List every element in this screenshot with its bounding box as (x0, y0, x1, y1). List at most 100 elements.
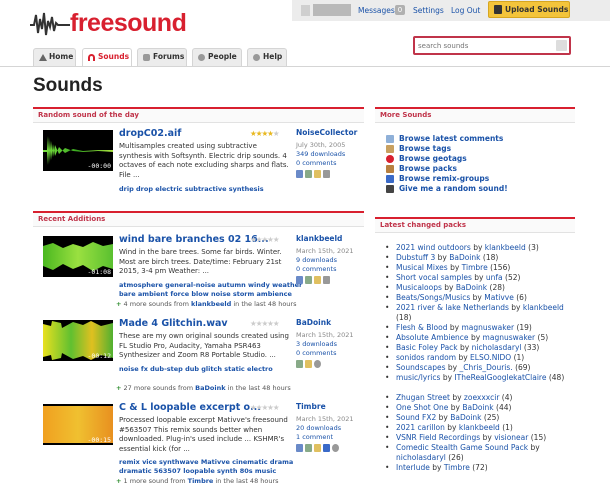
sound-tags-line-1[interactable]: atmosphere general-noise autumn windy we… (119, 281, 302, 289)
sound-description: These are my own original sounds created… (119, 332, 289, 359)
upload-label: Upload Sounds (505, 5, 569, 14)
sound-description: Multisamples created using subtractive s… (119, 142, 289, 179)
more-user-link[interactable]: Timbre (188, 477, 214, 485)
sound-description: Wind in the bare trees. Some far birds. … (119, 248, 282, 275)
recent-additions-heading: Recent Additions (33, 211, 364, 227)
search-box (413, 36, 571, 55)
sound-description: Processed loopable excerpt Mativve's fre… (119, 416, 288, 453)
sound-user[interactable]: klankbeeld (296, 234, 342, 243)
messages-count-badge: 0 (395, 5, 405, 15)
browse-geotags-link[interactable]: Browse geotags (386, 154, 467, 164)
license-icon (314, 170, 321, 178)
stereo-icon (296, 276, 303, 284)
sound-tags-line-1[interactable]: noise fx dub-step dub glitch static elec… (119, 365, 273, 373)
sound-downloads[interactable]: 3 downloads (296, 340, 337, 348)
sound-comments[interactable]: 0 comments (296, 349, 336, 357)
rating-stars: ★★★★★ (250, 129, 280, 138)
rating-stars: ★★★★★ (250, 403, 280, 412)
waveform-recent-2[interactable]: -00:12 (43, 320, 113, 361)
sound-comments[interactable]: 1 comment (296, 433, 333, 441)
more-from-user: + 27 more sounds from BaDoink in the las… (116, 384, 291, 392)
stereo-icon (296, 444, 303, 452)
speech-bubble-icon (143, 54, 150, 61)
waveform-logo-icon (30, 12, 70, 36)
sound-downloads[interactable]: 20 downloads (296, 424, 341, 432)
sound-user[interactable]: Timbre (296, 402, 326, 411)
latest-packs-heading: Latest changed packs (375, 217, 575, 233)
avatar[interactable] (301, 5, 310, 16)
waveform-recent-1[interactable]: -01:08 (43, 236, 113, 277)
tab-help[interactable]: Help (247, 48, 287, 66)
sound-tags-line-1[interactable]: remix vice synthwave Mativve cinematic d… (119, 458, 293, 466)
sound-date: March 15th, 2021 (296, 331, 354, 339)
messages-link[interactable]: Messages (358, 6, 395, 15)
upload-sounds-button[interactable]: Upload Sounds (488, 1, 570, 18)
sound-tags-line-2[interactable]: bare ambient force blow noise storm ambi… (119, 290, 292, 298)
search-input[interactable] (418, 40, 553, 52)
list-item: Comedic Stealth Game Sound Pack by nicho… (385, 443, 575, 463)
browse-comments-link[interactable]: Browse latest comments (386, 134, 503, 144)
username-redacted[interactable] (313, 4, 351, 16)
site-name: freesound (70, 9, 187, 37)
browse-packs-link[interactable]: Browse packs (386, 164, 457, 174)
browse-remix-groups-link[interactable]: Browse remix-groups (386, 174, 489, 184)
waveform-random[interactable]: -00:00 (43, 130, 113, 171)
headphones-icon (305, 276, 312, 284)
recent-sound-2: -00:12 Made 4 Glitchin.wav ★★★★★ These a… (40, 314, 365, 394)
remix-icon (386, 175, 394, 183)
sound-date: March 15th, 2021 (296, 247, 354, 255)
license-icon (314, 276, 321, 284)
search-icon[interactable] (556, 40, 567, 51)
speaker-icon (386, 185, 394, 193)
waveform-recent-3[interactable]: -00:15 (43, 404, 113, 445)
license-icon (314, 444, 321, 452)
more-from-user: + 4 more sounds from klankbeeld in the l… (116, 300, 297, 308)
duration-label: -00:15 (87, 436, 111, 444)
sound-downloads[interactable]: 9 downloads (296, 256, 337, 264)
tab-forums[interactable]: Forums (137, 48, 187, 66)
upload-icon (494, 5, 502, 14)
sound-downloads[interactable]: 349 downloads (296, 150, 345, 158)
list-item: music/lyrics by ITheRealGooglekatClaire … (385, 373, 575, 383)
random-sound-link[interactable]: Give me a random sound! (386, 184, 508, 194)
logout-link[interactable]: Log Out (451, 6, 480, 15)
random-sound: -00:00 dropC02.aif ★★★★★ Multisamples cr… (40, 124, 365, 194)
list-item: 2021 river & lake Netherlands by klankbe… (385, 303, 575, 323)
sound-tags[interactable]: drip drop electric subtractive synthesis (119, 185, 264, 193)
sound-title[interactable]: Made 4 Glitchin.wav (119, 318, 228, 329)
more-user-link[interactable]: BaDoink (195, 384, 225, 392)
more-from-user: + 1 more sound from Timbre in the last 4… (116, 477, 279, 485)
settings-link[interactable]: Settings (413, 6, 444, 15)
sound-date: March 15th, 2021 (296, 415, 354, 423)
tab-home[interactable]: Home (33, 48, 76, 66)
sound-user[interactable]: BaDoink (296, 318, 331, 327)
sound-tags-line-2[interactable]: dramatic 563507 loopable synth 80s music (119, 467, 276, 475)
home-icon (39, 54, 47, 61)
sound-user[interactable]: NoiseCollector (296, 128, 357, 137)
recent-sound-1: -01:08 wind bare branches 02 16... ★★★★★… (40, 230, 365, 310)
license-icon (305, 360, 312, 368)
sound-title[interactable]: wind bare branches 02 16... (119, 234, 269, 245)
remix-icon (323, 170, 330, 178)
cc-icon (314, 360, 321, 368)
browse-tags-link[interactable]: Browse tags (386, 144, 451, 154)
remix-icon (323, 444, 330, 452)
geotag-icon (323, 276, 330, 284)
comment-icon (386, 135, 394, 143)
sound-title[interactable]: C & L loopable excerpt o... (119, 402, 261, 413)
more-user-link[interactable]: klankbeeld (191, 300, 231, 308)
site-header: freesound Messages 0 Settings Log Out Up… (0, 0, 610, 67)
tab-people[interactable]: People (192, 48, 242, 66)
tab-sounds[interactable]: Sounds (82, 48, 132, 67)
duration-label: -00:00 (87, 162, 111, 170)
stereo-icon (296, 360, 303, 368)
random-sound-heading: Random sound of the day (33, 107, 364, 123)
help-icon (253, 54, 260, 61)
sound-comments[interactable]: 0 comments (296, 265, 336, 273)
sound-date: July 30th, 2005 (296, 141, 346, 149)
rating-stars: ★★★★★ (250, 235, 280, 244)
sound-title[interactable]: dropC02.aif (119, 128, 181, 139)
sound-comments[interactable]: 0 comments (296, 159, 336, 167)
headphones-icon (88, 54, 95, 61)
package-icon (386, 165, 394, 173)
